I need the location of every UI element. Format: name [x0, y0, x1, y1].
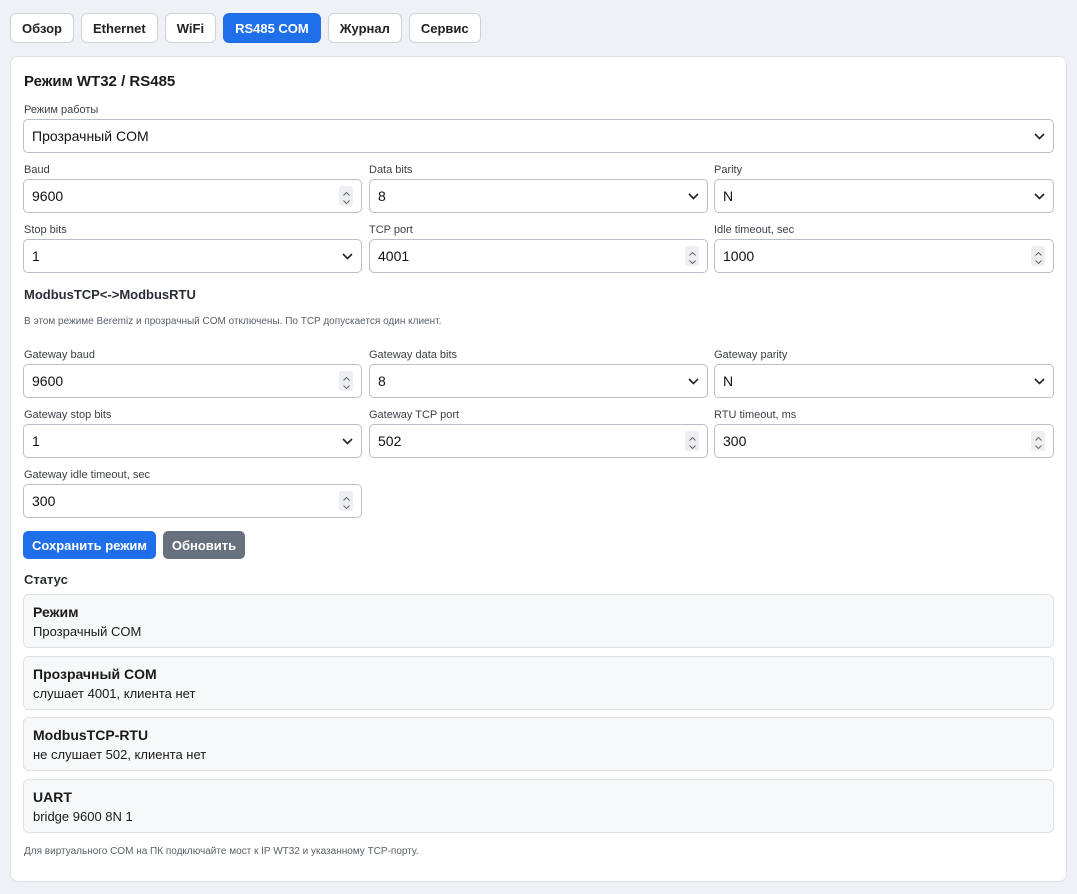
- spinner-icon[interactable]: [1031, 431, 1045, 451]
- status-footer-note: Для виртуального COM на ПК подключайте м…: [24, 846, 419, 857]
- gateway-stop-bits-value: 1: [32, 433, 40, 449]
- gateway-tcp-port-value: 502: [378, 433, 402, 449]
- chevron-down-icon: [341, 435, 353, 447]
- rtu-timeout-label: RTU timeout, ms: [714, 409, 797, 421]
- stop-bits-value: 1: [32, 248, 40, 264]
- tab-overview[interactable]: Обзор: [10, 13, 74, 43]
- idle-timeout-label: Idle timeout, sec: [714, 224, 795, 236]
- tab-wifi[interactable]: WiFi: [164, 13, 217, 43]
- mode-select[interactable]: Прозрачный COM: [23, 119, 1054, 153]
- baud-label: Baud: [24, 164, 50, 176]
- refresh-button[interactable]: Обновить: [163, 531, 245, 559]
- save-mode-button[interactable]: Сохранить режим: [23, 531, 156, 559]
- rtu-timeout-value: 300: [723, 433, 747, 449]
- baud-value: 9600: [32, 188, 64, 204]
- baud-input[interactable]: 9600: [23, 179, 362, 213]
- gateway-baud-label: Gateway baud: [24, 349, 95, 361]
- spinner-icon[interactable]: [339, 371, 353, 391]
- stop-bits-select[interactable]: 1: [23, 239, 362, 273]
- gateway-section-title: ModbusTCP<->ModbusRTU: [24, 287, 196, 302]
- chevron-down-icon: [1033, 190, 1045, 202]
- status-card-mode: Режим Прозрачный COM: [23, 594, 1054, 648]
- stop-bits-label: Stop bits: [24, 224, 67, 236]
- spinner-icon[interactable]: [1031, 246, 1045, 266]
- spinner-icon[interactable]: [685, 246, 699, 266]
- gateway-parity-label: Gateway parity: [714, 349, 788, 361]
- status-card-title: ModbusTCP-RTU: [33, 727, 149, 743]
- tab-rs485-com[interactable]: RS485 COM: [223, 13, 321, 43]
- chevron-down-icon: [687, 190, 699, 202]
- parity-label: Parity: [714, 164, 743, 176]
- status-card-modbus: ModbusTCP-RTU не слушает 502, клиента не…: [23, 717, 1054, 771]
- rs485-panel: Режим WT32 / RS485 Режим работы Прозрачн…: [10, 56, 1067, 882]
- status-card-transparent-com: Прозрачный COM слушает 4001, клиента нет: [23, 656, 1054, 710]
- gateway-data-bits-value: 8: [378, 373, 386, 389]
- status-card-uart: UART bridge 9600 8N 1: [23, 779, 1054, 833]
- parity-select[interactable]: N: [714, 179, 1054, 213]
- status-card-title: Прозрачный COM: [33, 666, 157, 682]
- gateway-tcp-port-input[interactable]: 502: [369, 424, 708, 458]
- gateway-parity-value: N: [723, 373, 734, 389]
- gateway-idle-timeout-input[interactable]: 300: [23, 484, 362, 518]
- gateway-stop-bits-label: Gateway stop bits: [24, 409, 112, 421]
- spinner-icon[interactable]: [685, 431, 699, 451]
- idle-timeout-input[interactable]: 1000: [714, 239, 1054, 273]
- data-bits-label: Data bits: [369, 164, 413, 176]
- status-card-title: Режим: [33, 604, 79, 620]
- spinner-icon[interactable]: [339, 186, 353, 206]
- gateway-idle-timeout-value: 300: [32, 493, 56, 509]
- tab-service[interactable]: Сервис: [408, 13, 481, 43]
- data-bits-select[interactable]: 8: [369, 179, 708, 213]
- tcp-port-input[interactable]: 4001: [369, 239, 708, 273]
- tab-journal[interactable]: Журнал: [327, 13, 402, 43]
- gateway-tcp-port-label: Gateway TCP port: [369, 409, 460, 421]
- status-card-value: не слушает 502, клиента нет: [33, 747, 207, 762]
- idle-timeout-value: 1000: [723, 248, 755, 264]
- status-card-value: Прозрачный COM: [33, 624, 142, 639]
- status-card-title: UART: [33, 789, 72, 805]
- tab-ethernet[interactable]: Ethernet: [81, 13, 158, 43]
- page-title: Режим WT32 / RS485: [24, 73, 176, 90]
- chevron-down-icon: [1033, 130, 1045, 142]
- mode-label: Режим работы: [24, 104, 99, 116]
- status-card-value: bridge 9600 8N 1: [33, 809, 133, 824]
- gateway-baud-input[interactable]: 9600: [23, 364, 362, 398]
- gateway-idle-timeout-label: Gateway idle timeout, sec: [24, 469, 150, 481]
- spinner-icon[interactable]: [339, 491, 353, 511]
- chevron-down-icon: [341, 250, 353, 262]
- gateway-parity-select[interactable]: N: [714, 364, 1054, 398]
- tcp-port-label: TCP port: [369, 224, 413, 236]
- tab-bar: Обзор Ethernet WiFi RS485 COM Журнал Сер…: [10, 13, 481, 43]
- parity-value: N: [723, 188, 734, 204]
- gateway-stop-bits-select[interactable]: 1: [23, 424, 362, 458]
- status-card-value: слушает 4001, клиента нет: [33, 686, 196, 701]
- rtu-timeout-input[interactable]: 300: [714, 424, 1054, 458]
- status-title: Статус: [24, 572, 68, 587]
- gateway-data-bits-select[interactable]: 8: [369, 364, 708, 398]
- chevron-down-icon: [1033, 375, 1045, 387]
- chevron-down-icon: [687, 375, 699, 387]
- gateway-baud-value: 9600: [32, 373, 64, 389]
- mode-select-value: Прозрачный COM: [32, 128, 149, 144]
- data-bits-value: 8: [378, 188, 386, 204]
- gateway-data-bits-label: Gateway data bits: [369, 349, 458, 361]
- tcp-port-value: 4001: [378, 248, 410, 264]
- gateway-note: В этом режиме Beremiz и прозрачный COM о…: [24, 316, 442, 327]
